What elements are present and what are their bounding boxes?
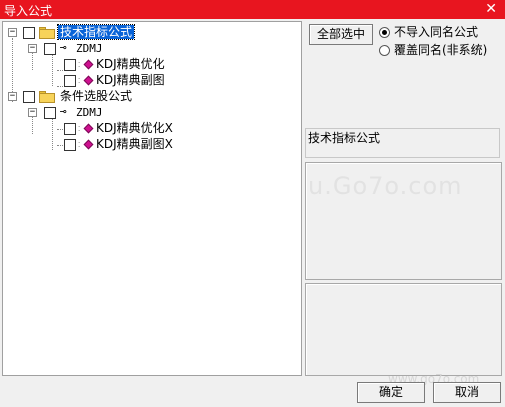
formula-diamond-icon	[83, 75, 94, 86]
radio-skip-duplicates[interactable]	[379, 27, 390, 38]
tree-node-zdmj[interactable]: − ⊸ ZDMJ	[3, 105, 301, 121]
formula-detail-panel	[305, 283, 502, 376]
formula-description: 技术指标公式	[305, 128, 500, 158]
close-icon[interactable]: ✕	[485, 0, 497, 18]
tree-node-indicator-formulas[interactable]: − 技术指标公式	[3, 24, 301, 41]
formula-diamond-icon	[83, 139, 94, 150]
formula-diamond-icon	[83, 123, 94, 134]
checkbox[interactable]	[64, 75, 76, 87]
window-title: 导入公式	[4, 4, 53, 18]
tree-node-formula[interactable]: ⁚ KDJ精典副图	[3, 73, 301, 89]
tree-node-zdmj[interactable]: − ⊸ ZDMJ	[3, 41, 301, 57]
tree-node-label[interactable]: KDJ精典副图	[96, 73, 165, 87]
collapse-icon[interactable]: −	[8, 28, 17, 37]
key-icon: ⊸	[60, 105, 67, 118]
radio-label[interactable]: 覆盖同名(非系统)	[394, 43, 487, 57]
checkbox[interactable]	[64, 139, 76, 151]
collapse-icon[interactable]: −	[28, 44, 37, 53]
radio-overwrite-duplicates[interactable]	[379, 45, 390, 56]
checkbox[interactable]	[23, 91, 35, 103]
select-all-button[interactable]: 全部选中	[309, 24, 373, 45]
tree-node-label[interactable]: ZDMJ	[76, 106, 103, 120]
folder-icon	[39, 27, 55, 39]
cancel-button[interactable]: 取消	[433, 382, 501, 403]
tree-node-label[interactable]: KDJ精典优化X	[96, 121, 173, 135]
formula-marker-icon: ⁚	[78, 77, 81, 85]
tree-node-label[interactable]: 条件选股公式	[60, 89, 132, 103]
checkbox[interactable]	[64, 123, 76, 135]
tree-node-label[interactable]: 技术指标公式	[56, 24, 136, 40]
formula-diamond-icon	[83, 59, 94, 70]
folder-icon	[39, 91, 55, 103]
collapse-icon[interactable]: −	[28, 108, 37, 117]
checkbox[interactable]	[44, 43, 56, 55]
formula-marker-icon: ⁚	[78, 61, 81, 69]
tree-node-stock-selection-formulas[interactable]: − 条件选股公式	[3, 89, 301, 105]
radio-label[interactable]: 不导入同名公式	[394, 25, 478, 39]
key-icon: ⊸	[60, 41, 67, 54]
tree-node-formula[interactable]: ⁚ KDJ精典副图X	[3, 137, 301, 153]
tree-node-formula[interactable]: ⁚ KDJ精典优化X	[3, 121, 301, 137]
tree-node-label[interactable]: ZDMJ	[76, 42, 103, 56]
checkbox[interactable]	[44, 107, 56, 119]
title-bar: 导入公式 ✕	[0, 0, 505, 19]
ok-button[interactable]: 确定	[357, 382, 425, 403]
formula-marker-icon: ⁚	[78, 141, 81, 149]
formula-tree[interactable]: − 技术指标公式 − ⊸ ZDMJ ⁚ KDJ精典优化 ⁚ KDJ精典副图 − …	[2, 21, 302, 376]
collapse-icon[interactable]: −	[8, 92, 17, 101]
tree-node-label[interactable]: KDJ精典副图X	[96, 137, 173, 151]
checkbox[interactable]	[64, 59, 76, 71]
watermark: u.Go7o.com	[308, 172, 463, 200]
checkbox[interactable]	[23, 27, 35, 39]
formula-marker-icon: ⁚	[78, 125, 81, 133]
tree-node-label[interactable]: KDJ精典优化	[96, 57, 165, 71]
tree-node-formula[interactable]: ⁚ KDJ精典优化	[3, 57, 301, 73]
